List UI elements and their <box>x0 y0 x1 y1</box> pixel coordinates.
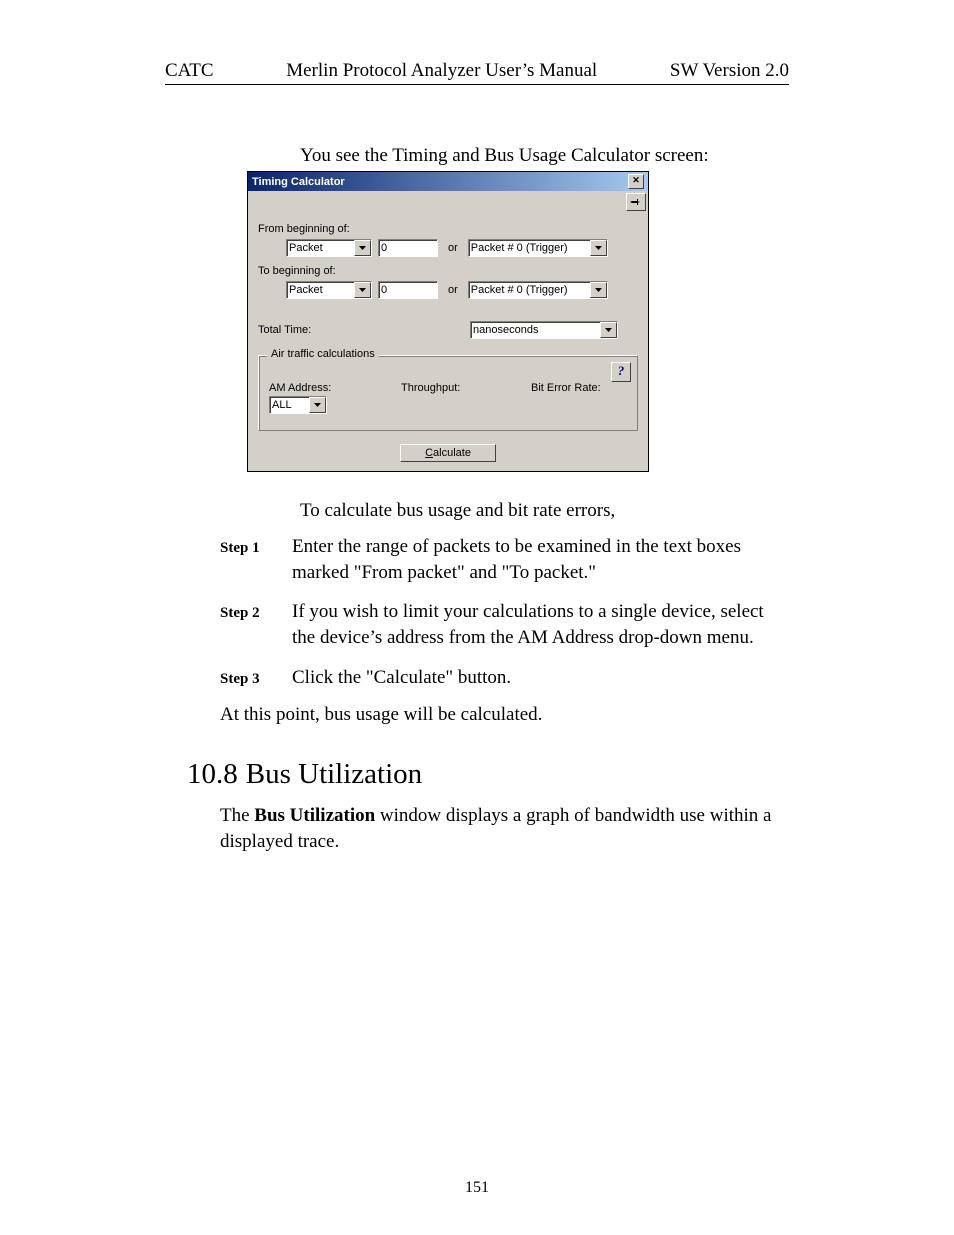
chevron-down-icon <box>600 322 617 338</box>
am-address-label: AM Address: <box>269 382 401 394</box>
calculate-mnemonic: C <box>425 447 433 459</box>
dialog-titlebar: Timing Calculator ✕ <box>248 172 648 191</box>
chevron-down-icon <box>590 282 607 298</box>
to-index-input[interactable]: 0 <box>378 281 438 299</box>
page-header: CATC Merlin Protocol Analyzer User’s Man… <box>165 60 789 85</box>
header-center: Merlin Protocol Analyzer User’s Manual <box>214 60 670 82</box>
step-2: Step 2 If you wish to limit your calcula… <box>220 599 789 650</box>
time-unit-value: nanoseconds <box>473 324 538 336</box>
from-type-value: Packet <box>289 242 323 254</box>
to-packet-combo[interactable]: Packet # 0 (Trigger) <box>468 281 608 299</box>
am-address-combo[interactable]: ALL <box>269 396 327 414</box>
step-text: Enter the range of packets to be examine… <box>292 534 789 585</box>
step-text: If you wish to limit your calculations t… <box>292 599 789 650</box>
step-label: Step 3 <box>220 671 292 688</box>
calculate-rest: alculate <box>433 447 471 459</box>
close-button[interactable]: ✕ <box>628 174 644 189</box>
section-paragraph: The Bus Utilization window displays a gr… <box>220 803 789 854</box>
to-index-value: 0 <box>381 284 387 296</box>
header-right: SW Version 2.0 <box>670 60 789 82</box>
dialog-title: Timing Calculator <box>252 176 345 188</box>
or-label-1: or <box>448 242 458 254</box>
chevron-down-icon <box>309 397 326 413</box>
bit-error-rate-label: Bit Error Rate: <box>531 382 601 394</box>
section-heading: 10.8Bus Utilization <box>187 758 789 791</box>
section-number: 10.8 <box>187 758 238 790</box>
calculate-button[interactable]: Calculate <box>400 444 496 462</box>
from-index-value: 0 <box>381 242 387 254</box>
to-label: To beginning of: <box>258 265 638 277</box>
or-label-2: or <box>448 284 458 296</box>
para-bold: Bus Utilization <box>254 805 375 826</box>
step-text: Click the "Calculate" button. <box>292 665 511 691</box>
to-type-value: Packet <box>289 284 323 296</box>
total-time-label: Total Time: <box>258 324 470 336</box>
followup-text: At this point, bus usage will be calcula… <box>220 704 789 726</box>
am-address-value: ALL <box>272 399 292 411</box>
step-1: Step 1 Enter the range of packets to be … <box>220 534 789 585</box>
pin-icon <box>630 196 642 208</box>
page-number: 151 <box>0 1179 954 1197</box>
chevron-down-icon <box>590 240 607 256</box>
from-packet-value: Packet # 0 (Trigger) <box>471 242 568 254</box>
help-icon: ? <box>618 363 625 378</box>
from-type-combo[interactable]: Packet <box>286 239 372 257</box>
chevron-down-icon <box>354 240 371 256</box>
group-legend: Air traffic calculations <box>267 348 379 360</box>
step-label: Step 2 <box>220 605 292 622</box>
air-traffic-group: Air traffic calculations ? AM Address: T… <box>258 355 638 431</box>
throughput-label: Throughput: <box>401 382 531 394</box>
close-icon: ✕ <box>632 175 640 185</box>
section-title: Bus Utilization <box>246 758 422 790</box>
chevron-down-icon <box>354 282 371 298</box>
help-button[interactable]: ? <box>611 362 631 382</box>
step-label: Step 1 <box>220 540 292 557</box>
time-unit-combo[interactable]: nanoseconds <box>470 321 618 339</box>
after-dialog-text: To calculate bus usage and bit rate erro… <box>300 500 789 522</box>
from-index-input[interactable]: 0 <box>378 239 438 257</box>
timing-calculator-dialog: Timing Calculator ✕ From beginning of: P… <box>247 171 649 472</box>
pin-button[interactable] <box>626 193 646 211</box>
to-type-combo[interactable]: Packet <box>286 281 372 299</box>
from-label: From beginning of: <box>258 223 638 235</box>
step-3: Step 3 Click the "Calculate" button. <box>220 665 789 691</box>
intro-text: You see the Timing and Bus Usage Calcula… <box>300 145 789 167</box>
header-left: CATC <box>165 60 214 82</box>
para-pre: The <box>220 805 254 826</box>
steps-list: Step 1 Enter the range of packets to be … <box>220 534 789 690</box>
to-packet-value: Packet # 0 (Trigger) <box>471 284 568 296</box>
from-packet-combo[interactable]: Packet # 0 (Trigger) <box>468 239 608 257</box>
